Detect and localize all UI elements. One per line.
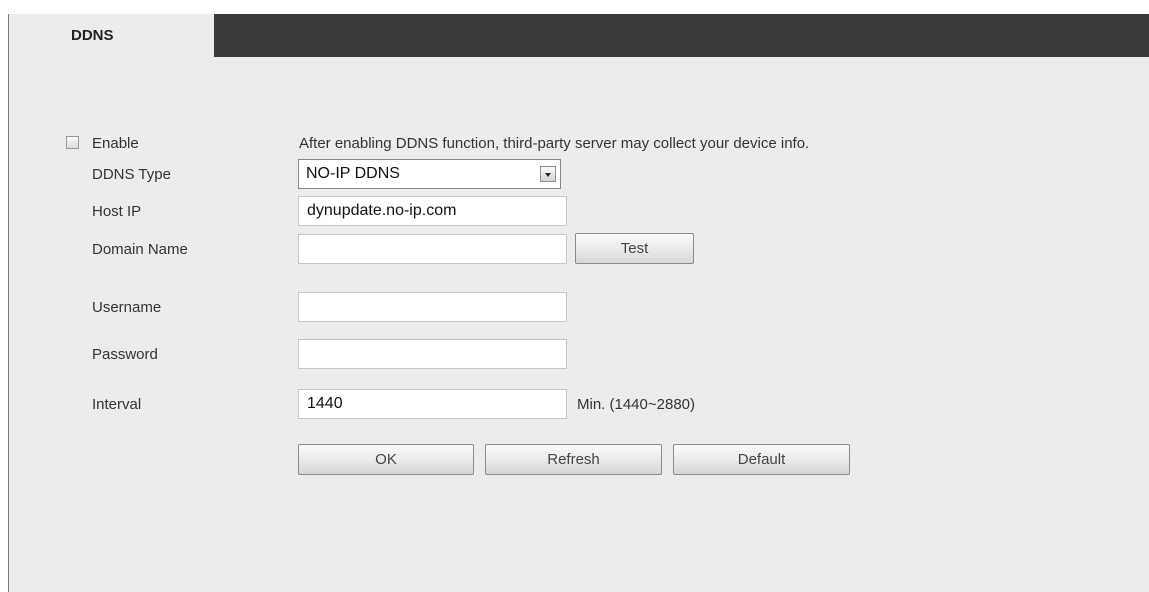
test-button[interactable]: Test: [575, 233, 694, 264]
host-ip-label: Host IP: [92, 203, 142, 220]
ddns-type-value: NO-IP DDNS: [306, 165, 400, 182]
interval-label: Interval: [92, 396, 142, 413]
enable-label: Enable: [92, 135, 139, 152]
host-ip-input[interactable]: [298, 196, 567, 226]
username-label: Username: [92, 299, 162, 316]
ddns-type-label: DDNS Type: [92, 166, 171, 183]
ddns-notice: After enabling DDNS function, third-part…: [299, 135, 810, 152]
interval-input[interactable]: [298, 389, 567, 419]
interval-range-hint: Min. (1440~2880): [577, 396, 695, 413]
ddns-type-select[interactable]: NO-IP DDNS: [298, 159, 561, 189]
refresh-button[interactable]: Refresh: [485, 444, 662, 475]
username-input[interactable]: [298, 292, 567, 322]
tab-bar: DDNS: [9, 14, 1149, 57]
domain-name-input[interactable]: [298, 234, 567, 264]
default-button[interactable]: Default: [673, 444, 850, 475]
enable-checkbox[interactable]: [66, 136, 79, 149]
password-label: Password: [92, 346, 158, 363]
ddns-settings-panel: DDNS Enable After enabling DDNS function…: [8, 14, 1149, 592]
chevron-down-icon[interactable]: [540, 166, 556, 182]
domain-name-label: Domain Name: [92, 241, 188, 258]
password-input[interactable]: [298, 339, 567, 369]
ok-button[interactable]: OK: [298, 444, 474, 475]
tab-ddns[interactable]: DDNS: [9, 14, 214, 57]
